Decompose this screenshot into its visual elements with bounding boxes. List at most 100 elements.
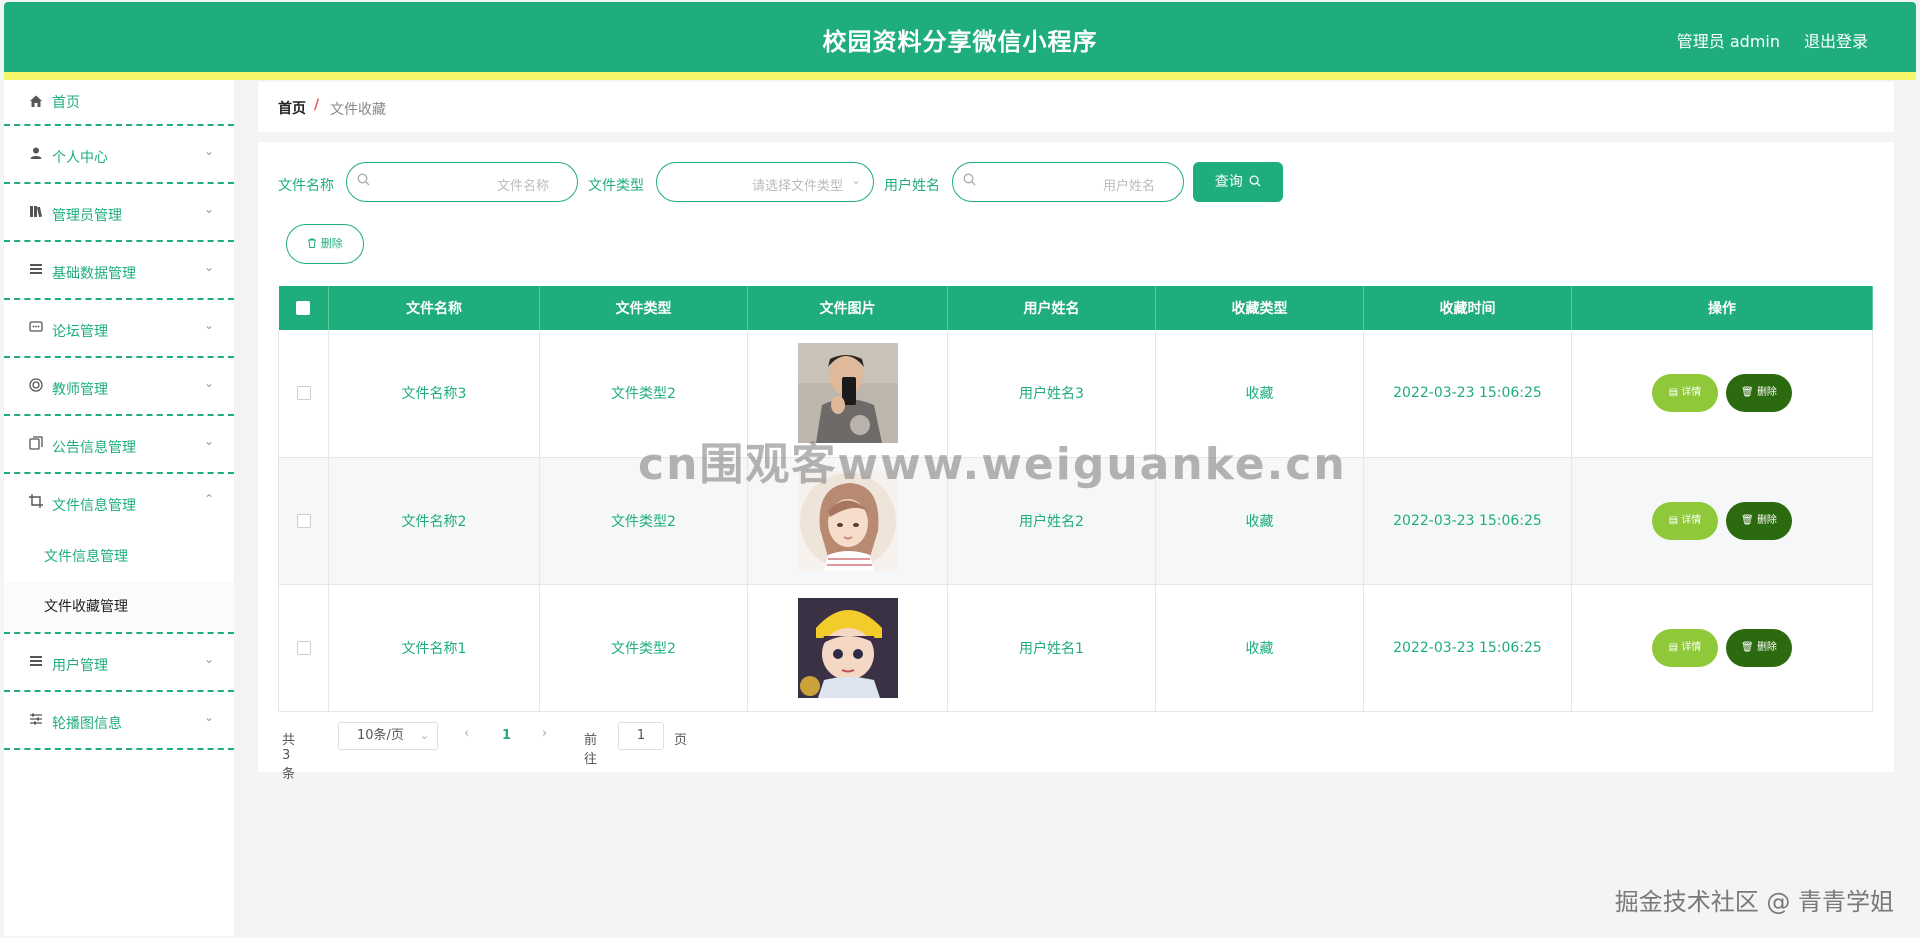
delete-button[interactable]: 🗑 删除	[1726, 374, 1792, 413]
row-actions-cell: ▤ 详情 🗑 删除	[1571, 584, 1873, 712]
prev-page-button[interactable]: ‹	[464, 726, 469, 741]
file-thumbnail-image	[797, 597, 898, 698]
file-info-submenu: 文件信息管理 文件收藏管理	[4, 532, 234, 634]
sidebar-item-label: 轮播图信息	[52, 716, 122, 732]
row-checkbox[interactable]	[296, 640, 311, 655]
file-name-cell: 文件名称1	[328, 584, 540, 712]
sidebar-item-label: 基础数据管理	[52, 266, 136, 282]
sidebar-item-label: 用户管理	[52, 658, 108, 674]
sidebar-item-carousel[interactable]: 轮播图信息 ⌄	[4, 692, 234, 750]
chevron-down-icon: ⌄	[203, 710, 214, 724]
detail-label: 详情	[1681, 641, 1702, 653]
search-icon	[963, 173, 976, 190]
breadcrumb: 首页 / 文件收藏	[258, 82, 1894, 132]
user-icon	[28, 146, 44, 162]
sidebar-item-basic-data[interactable]: 基础数据管理 ⌄	[4, 242, 234, 300]
chevron-down-icon: ⌄	[419, 729, 429, 742]
sidebar-item-label: 教师管理	[52, 382, 108, 398]
chevron-up-icon: ⌃	[203, 492, 214, 506]
sidebar-item-label: 管理员管理	[52, 208, 122, 224]
delete-label: 删除	[1756, 514, 1777, 526]
user-name-cell: 用户姓名1	[947, 584, 1156, 712]
column-header: 用户姓名	[947, 286, 1156, 330]
copy-icon	[28, 436, 44, 452]
home-icon	[28, 94, 44, 110]
trash-icon: 🗑	[1741, 387, 1754, 399]
books-icon	[28, 204, 44, 220]
logout-link[interactable]: 退出登录	[1804, 28, 1868, 52]
batch-delete-button[interactable]: 删除	[286, 224, 364, 264]
delete-label: 删除	[1756, 387, 1777, 399]
column-header: 收藏类型	[1155, 286, 1364, 330]
sidebar-item-announcement[interactable]: 公告信息管理 ⌄	[4, 416, 234, 474]
file-name-search-input[interactable]: 文件名称	[346, 162, 578, 202]
corner-watermark: 掘金技术社区 @ 青青学姐	[1614, 888, 1894, 916]
select-all-cell	[278, 286, 329, 330]
detail-button[interactable]: ▤ 详情	[1652, 374, 1718, 413]
page-jump-input[interactable]: 1	[618, 722, 664, 750]
goto-label: 前往	[584, 733, 598, 767]
sidebar-item-personal-center[interactable]: 个人中心 ⌄	[4, 126, 234, 184]
chevron-down-icon: ⌄	[203, 376, 214, 390]
filter-name-label: 文件名称	[278, 178, 334, 194]
column-header: 文件类型	[539, 286, 748, 330]
chat-icon	[28, 320, 44, 336]
sidebar-item-file-info[interactable]: 文件信息管理 ⌃	[4, 474, 234, 532]
sidebar-item-home[interactable]: 首页	[4, 80, 234, 126]
header-accent-strip	[4, 72, 1916, 80]
breadcrumb-home[interactable]: 首页	[278, 98, 306, 118]
chevron-down-icon: ⌄	[203, 144, 214, 158]
page-size-select[interactable]: 10条/页 ⌄	[338, 722, 438, 750]
search-icon	[1249, 175, 1261, 187]
chevron-down-icon: ⌄	[203, 260, 214, 274]
user-name-search-input[interactable]: 用户姓名	[952, 162, 1184, 202]
target-icon	[28, 378, 44, 394]
delete-label: 删除	[1756, 641, 1777, 653]
chevron-down-icon: ⌄	[203, 318, 214, 332]
table-header-row: 文件名称 文件类型 文件图片 用户姓名 收藏类型 收藏时间 操作	[278, 286, 1873, 330]
query-button-label: 查询	[1214, 174, 1243, 190]
select-all-checkbox[interactable]	[296, 301, 311, 315]
file-type-select[interactable]: 请选择文件类型 ⌄	[656, 162, 874, 202]
batch-delete-label: 删除	[320, 237, 343, 250]
page-suffix-label: 页	[674, 733, 688, 748]
filter-user-label: 用户姓名	[884, 178, 940, 194]
sidebar-item-label: 个人中心	[52, 150, 108, 166]
search-icon	[357, 173, 370, 190]
submenu-item-file-info[interactable]: 文件信息管理	[4, 532, 234, 582]
sidebar-item-users[interactable]: 用户管理 ⌄	[4, 634, 234, 692]
row-actions-cell: ▤ 详情 🗑 删除	[1571, 330, 1873, 458]
input-placeholder: 文件名称	[496, 179, 549, 194]
sidebar-item-forum[interactable]: 论坛管理 ⌄	[4, 300, 234, 358]
trash-icon: 🗑	[1741, 514, 1754, 526]
file-type-cell: 文件类型2	[539, 584, 748, 712]
sidebar-item-label: 首页	[52, 95, 80, 111]
sidebar-item-label: 论坛管理	[52, 324, 108, 340]
detail-button[interactable]: ▤ 详情	[1652, 501, 1718, 540]
pagination-total: 共 3 条	[282, 733, 296, 782]
favorite-time-cell: 2022-03-23 15:06:25	[1363, 457, 1572, 585]
trash-icon	[308, 238, 317, 248]
delete-button[interactable]: 🗑 删除	[1726, 628, 1792, 667]
app-title: 校园资料分享微信小程序	[822, 28, 1098, 56]
file-icon: ▤	[1668, 387, 1679, 399]
submenu-item-file-favorites[interactable]: 文件收藏管理	[4, 582, 234, 632]
page-number-current[interactable]: 1	[502, 728, 511, 743]
admin-username: 管理员 admin	[1676, 32, 1780, 51]
favorite-type-cell: 收藏	[1155, 584, 1364, 712]
row-checkbox[interactable]	[296, 513, 311, 528]
page-size-value: 10条/页	[357, 728, 404, 743]
sidebar-item-admin-management[interactable]: 管理员管理 ⌄	[4, 184, 234, 242]
query-button[interactable]: 查询	[1193, 162, 1283, 202]
app-header: 校园资料分享微信小程序 管理员 admin 退出登录	[4, 2, 1916, 72]
sidebar-item-label: 文件信息管理	[52, 498, 136, 514]
detail-button[interactable]: ▤ 详情	[1652, 628, 1718, 667]
row-checkbox[interactable]	[296, 386, 311, 401]
file-icon: ▤	[1668, 641, 1679, 653]
table-row: 文件名称1 文件类型2 用户姓名1 收藏 2022-03-23 15:06:25…	[278, 584, 1873, 712]
column-header: 文件名称	[328, 286, 540, 330]
delete-button[interactable]: 🗑 删除	[1726, 501, 1792, 540]
sidebar-item-teacher[interactable]: 教师管理 ⌄	[4, 358, 234, 416]
next-page-button[interactable]: ›	[542, 726, 547, 741]
chevron-down-icon: ⌄	[203, 434, 214, 448]
